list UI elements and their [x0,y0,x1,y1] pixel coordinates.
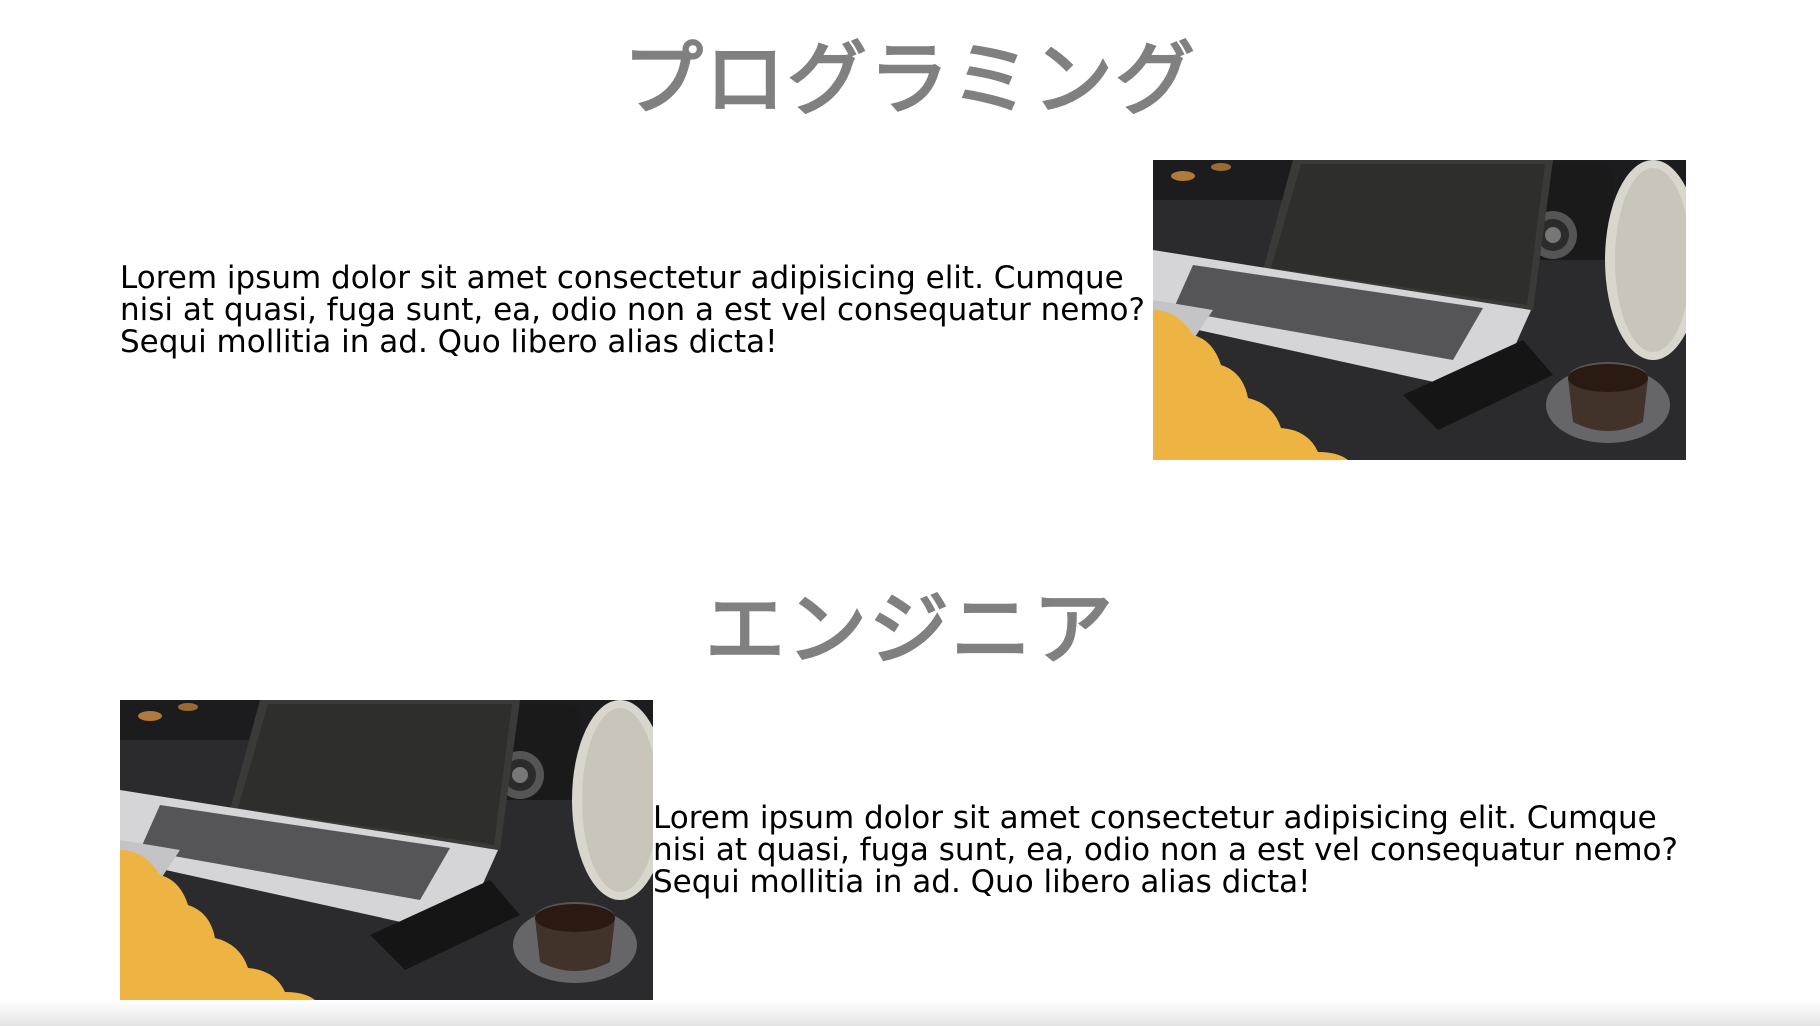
section-text: Lorem ipsum dolor sit amet consectetur a… [120,260,1145,360]
bottom-fade [0,1000,1820,1026]
laptop-photo [120,700,653,1000]
laptop-photo [1153,160,1686,460]
section-text: Lorem ipsum dolor sit amet consectetur a… [653,800,1678,900]
section-heading: エンジニア [705,583,1115,676]
page: プログラミング Lorem ipsum dolor sit amet conse… [0,0,1820,1026]
section-heading: プログラミング [623,33,1197,126]
